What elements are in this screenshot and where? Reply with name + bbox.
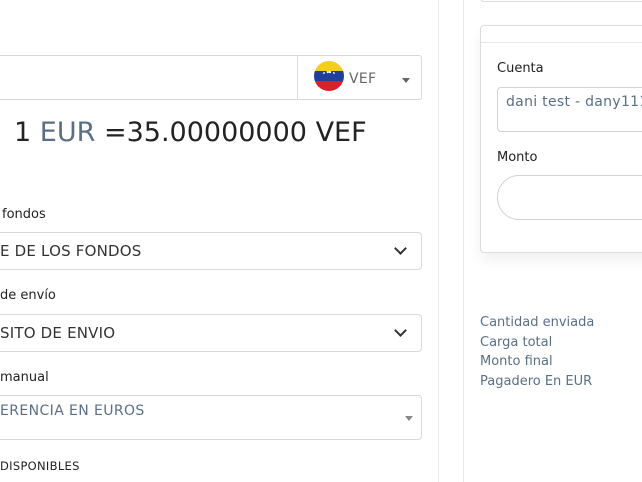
rate-equals: = [103, 117, 127, 148]
amount-label: Monto [497, 150, 538, 165]
shipping-purpose-value: SITO DE ENVIO [0, 324, 116, 342]
venezuela-flag-icon [314, 61, 344, 91]
manual-label: manual [0, 370, 49, 385]
shipping-purpose-label: de envío [0, 288, 56, 303]
card-header-divider [481, 42, 642, 43]
rate-right-currency: VEF [315, 117, 367, 148]
summary-final-amount: Monto final [480, 354, 553, 369]
caret-down-icon[interactable] [402, 78, 410, 83]
exchange-rate: 1 EUR =35.00000000 VEF [14, 117, 367, 148]
account-label: Cuenta [497, 61, 544, 76]
amount-input[interactable] [497, 175, 642, 220]
source-of-funds-label: fondos [2, 207, 46, 222]
source-of-funds-value: E DE LOS FONDOS [0, 242, 142, 260]
summary-sent: Cantidad enviada [480, 315, 595, 330]
manual-value: ERENCIA EN EUROS [0, 403, 145, 419]
summary-total-charge: Carga total [480, 335, 553, 350]
available-label: DISPONIBLES [0, 459, 80, 473]
currency-code: VEF [349, 71, 377, 87]
top-card [480, 0, 642, 2]
panel-divider [438, 0, 439, 482]
rate-right-amount: 35.00000000 [126, 117, 307, 148]
summary-paid-in: Pagadero En EUR [480, 374, 593, 389]
rate-left-currency: EUR [39, 117, 96, 148]
rate-left-amount: 1 [14, 117, 32, 148]
caret-down-icon[interactable] [405, 416, 413, 421]
account-value: dani test - dany111 [506, 94, 642, 110]
panel-divider-right [463, 0, 464, 482]
